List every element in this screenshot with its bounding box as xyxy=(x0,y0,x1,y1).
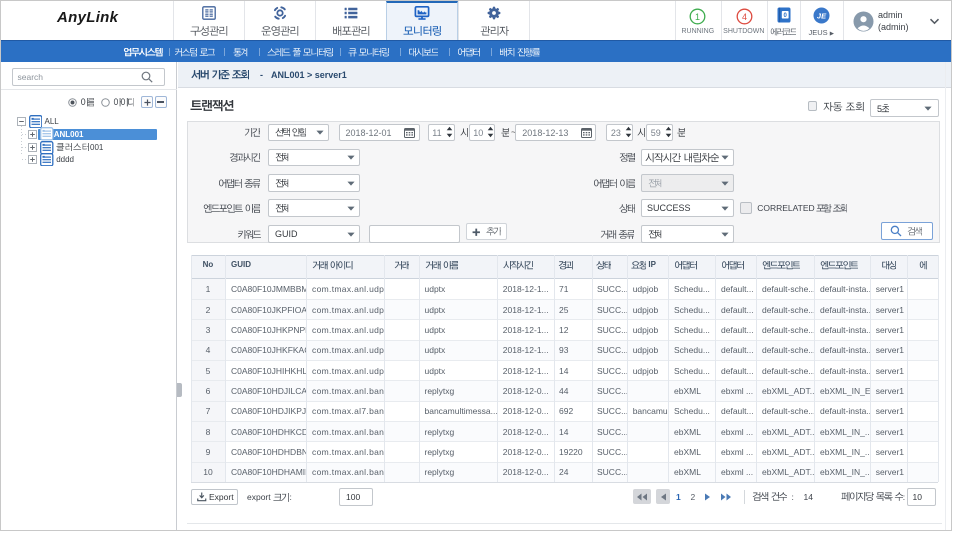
svg-text:4: 4 xyxy=(741,11,746,21)
svg-text:1: 1 xyxy=(695,11,700,21)
svg-text:JE: JE xyxy=(817,11,827,20)
